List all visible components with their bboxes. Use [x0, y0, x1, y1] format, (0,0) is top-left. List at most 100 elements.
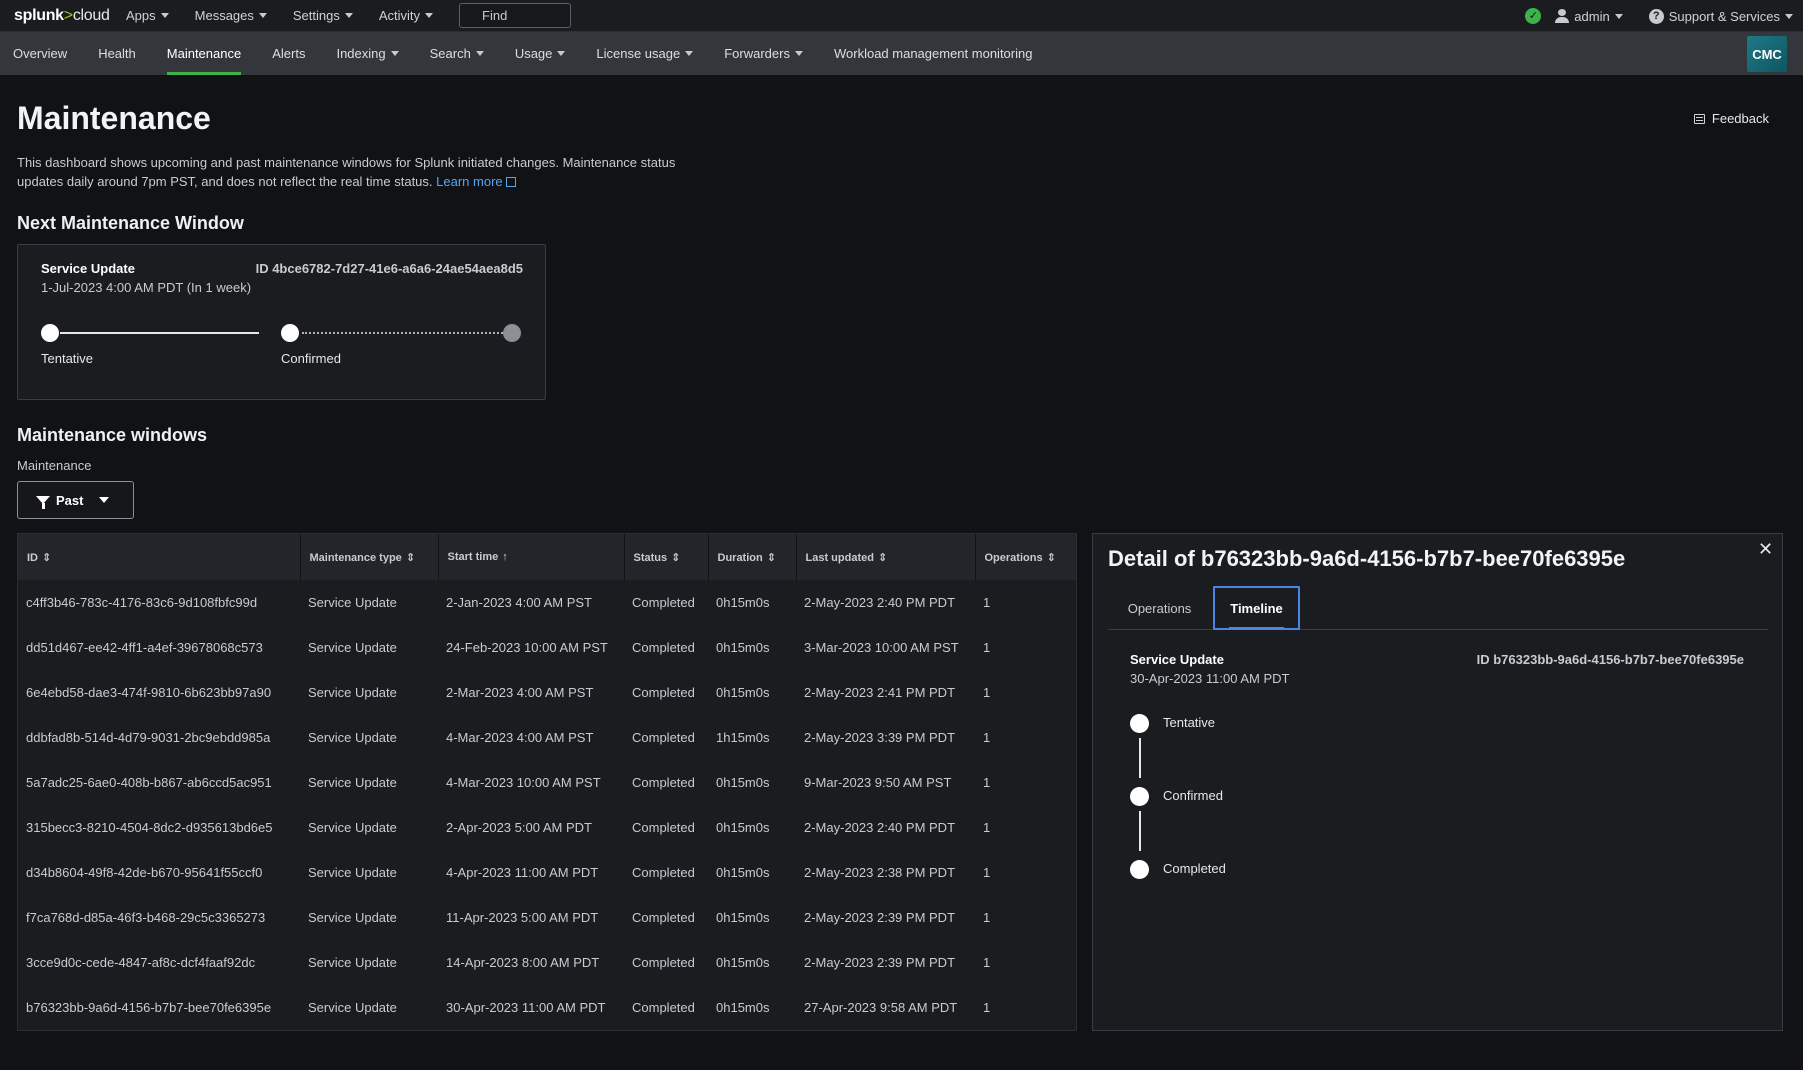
cell-start-time: 4-Mar-2023 4:00 AM PST [446, 730, 594, 745]
table-row[interactable]: d34b8604-49f8-42de-b670-95641f55ccf0 Serv… [18, 850, 1076, 895]
tab-maintenance[interactable]: Maintenance [166, 32, 242, 75]
table-row[interactable]: 3cce9d0c-cede-4847-af8c-dcf4faaf92dc Serv… [18, 940, 1076, 985]
cell-id: f7ca768d-d85a-46f3-b468-29c5c3365273 [26, 910, 266, 925]
settings-menu[interactable]: Settings [293, 8, 353, 23]
close-icon[interactable]: ✕ [1758, 540, 1773, 558]
col-maintenance-type[interactable]: Maintenance type ⇕ [300, 534, 439, 580]
cell-duration: 0h15m0s [716, 775, 770, 790]
top-right-controls: ✓ admin ? Support & Services [1525, 0, 1793, 32]
cell-start-time: 2-Jan-2023 4:00 AM PST [446, 595, 592, 610]
table-row[interactable]: f7ca768d-d85a-46f3-b468-29c5c3365273 Serv… [18, 895, 1076, 940]
detail-panel: Detail of b76323bb-9a6d-4156-b7b7-bee70f… [1092, 533, 1783, 1031]
next-window-heading: Next Maintenance Window [17, 213, 244, 233]
cell-last-updated: 2-May-2023 2:40 PM PDT [804, 820, 956, 835]
app-badge[interactable]: CMC [1747, 36, 1787, 72]
timeline-line [1139, 811, 1141, 851]
detail-tabs: Operations Timeline [1108, 586, 1768, 630]
cell-duration: 0h15m0s [716, 1000, 770, 1015]
cell-id: 315becc3-8210-4504-8dc2-d935613bd6e5 [26, 820, 273, 835]
cell-last-updated: 2-May-2023 2:40 PM PDT [804, 595, 956, 610]
timeline-confirmed-dot [1130, 787, 1149, 806]
cell-start-time: 4-Apr-2023 11:00 AM PDT [446, 865, 599, 880]
tab-license-usage[interactable]: License usage [596, 32, 694, 75]
col-id[interactable]: ID ⇕ [18, 534, 301, 580]
support-menu[interactable]: ? Support & Services [1648, 8, 1793, 24]
cell-operations: 1 [983, 640, 991, 655]
chevron-down-icon [425, 13, 434, 18]
timeline-confirmed-label: Confirmed [1163, 788, 1223, 803]
cell-operations: 1 [983, 595, 991, 610]
tab-usage[interactable]: Usage [515, 32, 566, 75]
step-tentative-label: Tentative [41, 351, 94, 366]
cell-type: Service Update [308, 685, 397, 700]
timeline-tentative-dot [1130, 714, 1149, 733]
cell-status: Completed [632, 1000, 695, 1015]
cell-duration: 0h15m0s [716, 910, 770, 925]
next-window-date: 1-Jul-2023 4:00 AM PDT (In 1 week) [41, 280, 252, 295]
page-title: Maintenance [17, 100, 211, 136]
cell-id: ddbfad8b-514d-4d79-9031-2bc9ebdd985a [26, 730, 271, 745]
col-duration[interactable]: Duration ⇕ [708, 534, 797, 580]
check-circle-icon[interactable]: ✓ [1525, 8, 1542, 24]
learn-more-link[interactable]: Learn more [436, 174, 516, 189]
cell-status: Completed [632, 595, 695, 610]
cell-id: 5a7adc25-6ae0-408b-b867-ab6ccd5ac951 [26, 775, 272, 790]
sort-icon: ⇕ [405, 551, 416, 564]
tab-alerts[interactable]: Alerts [272, 32, 305, 75]
tab-health[interactable]: Health [98, 32, 136, 75]
col-status[interactable]: Status ⇕ [624, 534, 709, 580]
cell-status: Completed [632, 685, 695, 700]
tab-operations[interactable]: Operations [1108, 586, 1211, 630]
cell-status: Completed [632, 865, 695, 880]
activity-menu[interactable]: Activity [379, 8, 434, 23]
col-last-updated[interactable]: Last updated ⇕ [796, 534, 976, 580]
step-pending-line [302, 332, 518, 334]
table-row[interactable]: 5a7adc25-6ae0-408b-b867-ab6ccd5ac951 Serv… [18, 760, 1076, 805]
cell-start-time: 14-Apr-2023 8:00 AM PDT [446, 955, 600, 970]
cell-id: 3cce9d0c-cede-4847-af8c-dcf4faaf92dc [26, 955, 256, 970]
sort-ascending-icon: ↑ [502, 551, 508, 563]
cell-start-time: 2-Apr-2023 5:00 AM PDT [446, 820, 592, 835]
cell-duration: 0h15m0s [716, 595, 770, 610]
maintenance-table: ID ⇕ Maintenance type ⇕ Start time ↑ Status… [18, 534, 1076, 1030]
tab-search[interactable]: Search [430, 32, 484, 75]
table-row[interactable]: ddbfad8b-514d-4d79-9031-2bc9ebdd985a Serv… [18, 715, 1076, 760]
splunk-cloud-logo[interactable]: splunk>cloud [14, 7, 126, 25]
col-operations[interactable]: Operations ⇕ [975, 534, 1076, 580]
messages-menu[interactable]: Messages [195, 8, 267, 23]
chevron-down-icon [557, 51, 566, 56]
funnel-icon [36, 496, 50, 509]
table-row[interactable]: b76323bb-9a6d-4156-b7b7-bee70fe6395e Serv… [18, 985, 1076, 1030]
tab-overview[interactable]: Overview [13, 32, 67, 75]
table-row[interactable]: c4ff3b46-783c-4176-83c6-9d108fbfc99d Serv… [18, 580, 1076, 625]
tab-workload-management[interactable]: Workload management monitoring [834, 32, 1032, 75]
find-input[interactable]: Find [459, 3, 572, 28]
maintenance-table-panel: ID ⇕ Maintenance type ⇕ Start time ↑ Status… [17, 533, 1077, 1031]
cell-type: Service Update [308, 640, 397, 655]
cell-duration: 1h15m0s [716, 730, 770, 745]
col-start-time[interactable]: Start time ↑ [438, 534, 625, 580]
table-row[interactable]: 315becc3-8210-4504-8dc2-d935613bd6e5 Serv… [18, 805, 1076, 850]
cell-id: dd51d467-ee42-4ff1-a4ef-39678068c573 [26, 640, 263, 655]
cell-status: Completed [632, 955, 695, 970]
apps-menu[interactable]: Apps [126, 8, 169, 23]
chevron-down-icon [160, 13, 169, 18]
user-menu[interactable]: admin [1555, 9, 1623, 24]
tab-forwarders[interactable]: Forwarders [724, 32, 803, 75]
cell-last-updated: 2-May-2023 2:39 PM PDT [804, 910, 956, 925]
timeline-completed-dot [1130, 860, 1149, 879]
chevron-down-icon [1614, 13, 1623, 19]
table-row[interactable]: dd51d467-ee42-4ff1-a4ef-39678068c573 Serv… [18, 625, 1076, 670]
tab-indexing[interactable]: Indexing [336, 32, 399, 75]
maintenance-filter-dropdown[interactable]: Past [17, 481, 134, 519]
cell-operations: 1 [983, 775, 991, 790]
cell-last-updated: 2-May-2023 2:39 PM PDT [804, 955, 956, 970]
sort-icon: ⇕ [42, 551, 52, 564]
timeline-tentative-label: Tentative [1163, 715, 1216, 730]
cell-operations: 1 [983, 1000, 991, 1015]
filter-label: Maintenance [17, 458, 92, 473]
table-row[interactable]: 6e4ebd58-dae3-474f-9810-6b623bb97a90 Serv… [18, 670, 1076, 715]
cell-id: b76323bb-9a6d-4156-b7b7-bee70fe6395e [26, 1000, 272, 1015]
feedback-button[interactable]: Feedback [1693, 111, 1769, 126]
tab-timeline[interactable]: Timeline [1213, 586, 1300, 630]
